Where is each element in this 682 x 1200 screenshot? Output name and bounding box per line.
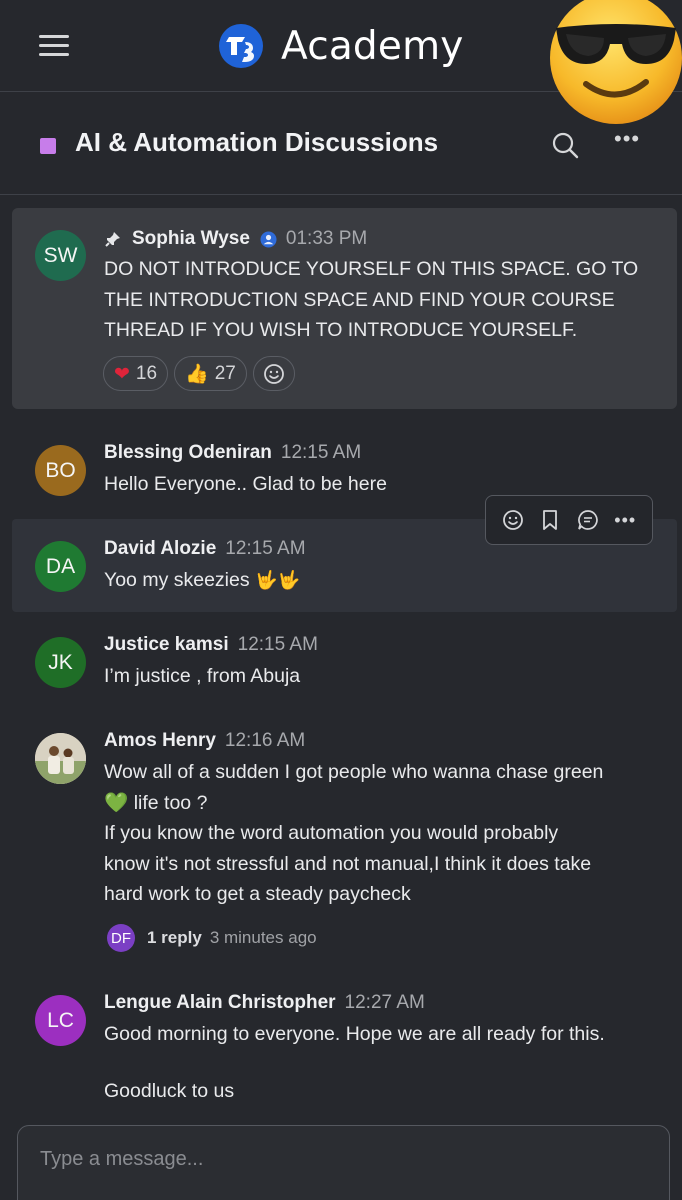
message-line: Goodluck to us (104, 1079, 235, 1102)
message-line: THE INTRODUCTION SPACE AND FIND YOUR COU… (104, 288, 615, 311)
thread-reply-avatar: DF (107, 924, 135, 952)
message-line: 💚 life too ? (104, 788, 664, 819)
author-name[interactable]: David Alozie (104, 538, 216, 560)
author-name[interactable]: Blessing Odeniran (104, 442, 272, 464)
author-name[interactable]: Sophia Wyse (132, 228, 250, 250)
more-options-icon[interactable]: ••• (614, 128, 642, 153)
reactions-bar: ❤ 16 👍 27 (103, 356, 301, 391)
message-header: Justice kamsi 12:15 AM (104, 634, 318, 656)
channel-color-icon (40, 138, 56, 154)
thumbs-up-icon: 👍 (185, 363, 209, 385)
rock-hand-emoji-icon: 🤟🤟 (255, 570, 300, 591)
message-text: Yoo my skeezies (104, 569, 250, 591)
menu-icon[interactable] (39, 33, 69, 57)
app-logo[interactable]: Academy (218, 22, 464, 70)
avatar[interactable]: DA (35, 541, 86, 592)
message-input[interactable] (40, 1144, 640, 1174)
thread-reply-count: 1 reply (147, 928, 202, 947)
reaction-count: 16 (135, 362, 158, 384)
more-actions-icon[interactable]: ••• (613, 508, 637, 532)
author-name[interactable]: Justice kamsi (104, 634, 229, 656)
avatar[interactable]: SW (35, 230, 86, 281)
message-time: 12:15 AM (225, 538, 306, 559)
message-body: Yoo my skeezies 🤟🤟 (104, 565, 664, 597)
heart-icon: ❤ (114, 362, 130, 385)
message-text: life too ? (133, 791, 208, 814)
message-time: 12:16 AM (224, 730, 306, 751)
message-time: 12:27 AM (344, 992, 425, 1013)
reaction-thumbs-up[interactable]: 👍 27 (174, 356, 247, 391)
message-line: THREAD IF YOU WISH TO INTRODUCE YOURSELF… (104, 319, 578, 341)
message-line: DO NOT INTRODUCE YOURSELF ON THIS SPACE.… (104, 258, 639, 280)
reaction-heart[interactable]: ❤ 16 (103, 356, 169, 391)
message-header: Lengue Alain Christopher 12:27 AM (104, 992, 425, 1014)
smiley-icon (263, 363, 284, 384)
message-header: David Alozie 12:15 AM (104, 538, 306, 560)
avatar-initials: LC (47, 1008, 74, 1032)
search-icon[interactable] (551, 131, 579, 159)
avatar-photo[interactable] (35, 733, 86, 784)
add-reaction-icon[interactable] (501, 508, 525, 532)
avatar-initials: JK (48, 650, 73, 674)
academy-logo-icon (219, 24, 263, 68)
thread-last-reply-time: 3 minutes ago (209, 928, 317, 947)
author-name[interactable]: Amos Henry (104, 730, 216, 752)
message-time: 01:33 PM (285, 228, 368, 249)
channel-title: AI & Automation Discussions (75, 127, 439, 157)
app-title: Academy (281, 23, 464, 69)
message-time: 12:15 AM (237, 634, 318, 655)
message-header: Amos Henry 12:16 AM (104, 730, 305, 752)
bookmark-icon[interactable] (538, 508, 562, 532)
message-actions-toolbar: ••• (485, 495, 653, 545)
message-line: Good morning to everyone. Hope we are al… (104, 1023, 605, 1045)
pin-icon (105, 232, 120, 247)
profile-photo-icon (35, 733, 86, 784)
avatar[interactable]: JK (35, 637, 86, 688)
reaction-count: 27 (214, 362, 236, 384)
green-heart-emoji-icon: 💚 (104, 790, 129, 814)
avatar[interactable]: LC (35, 995, 86, 1046)
message-body: Good morning to everyone. Hope we are al… (104, 1019, 664, 1106)
app-header: Academy (0, 0, 682, 124)
message-body: I’m justice , from Abuja (104, 665, 301, 687)
avatar-initials: BO (45, 458, 76, 482)
thread-replies-link[interactable]: DF 1 reply 3 minutes ago (107, 924, 317, 952)
add-reaction-button[interactable] (252, 356, 295, 391)
message-time: 12:15 AM (280, 442, 362, 463)
message-line: Wow all of a sudden I got people who wan… (104, 761, 604, 783)
message-line: hard work to get a steady paycheck (104, 883, 411, 905)
message-header: Sophia Wyse 01:33 PM (104, 228, 367, 250)
reply-thread-icon[interactable] (576, 508, 600, 532)
message-body: Wow all of a sudden I got people who wan… (104, 757, 664, 910)
avatar[interactable]: BO (35, 445, 86, 496)
avatar-initials: SW (43, 243, 78, 267)
admin-badge-icon (260, 231, 277, 247)
message-body: DO NOT INTRODUCE YOURSELF ON THIS SPACE.… (104, 254, 664, 346)
avatar-initials: DA (45, 554, 76, 578)
message-header: Blessing Odeniran 12:15 AM (104, 442, 361, 464)
author-name[interactable]: Lengue Alain Christopher (104, 992, 336, 1014)
message-composer (17, 1125, 670, 1200)
message-line: know it's not stressful and not manual,I… (104, 852, 592, 875)
message-line: If you know the word automation you woul… (104, 822, 559, 844)
channel-header: AI & Automation Discussions ••• (0, 93, 682, 195)
